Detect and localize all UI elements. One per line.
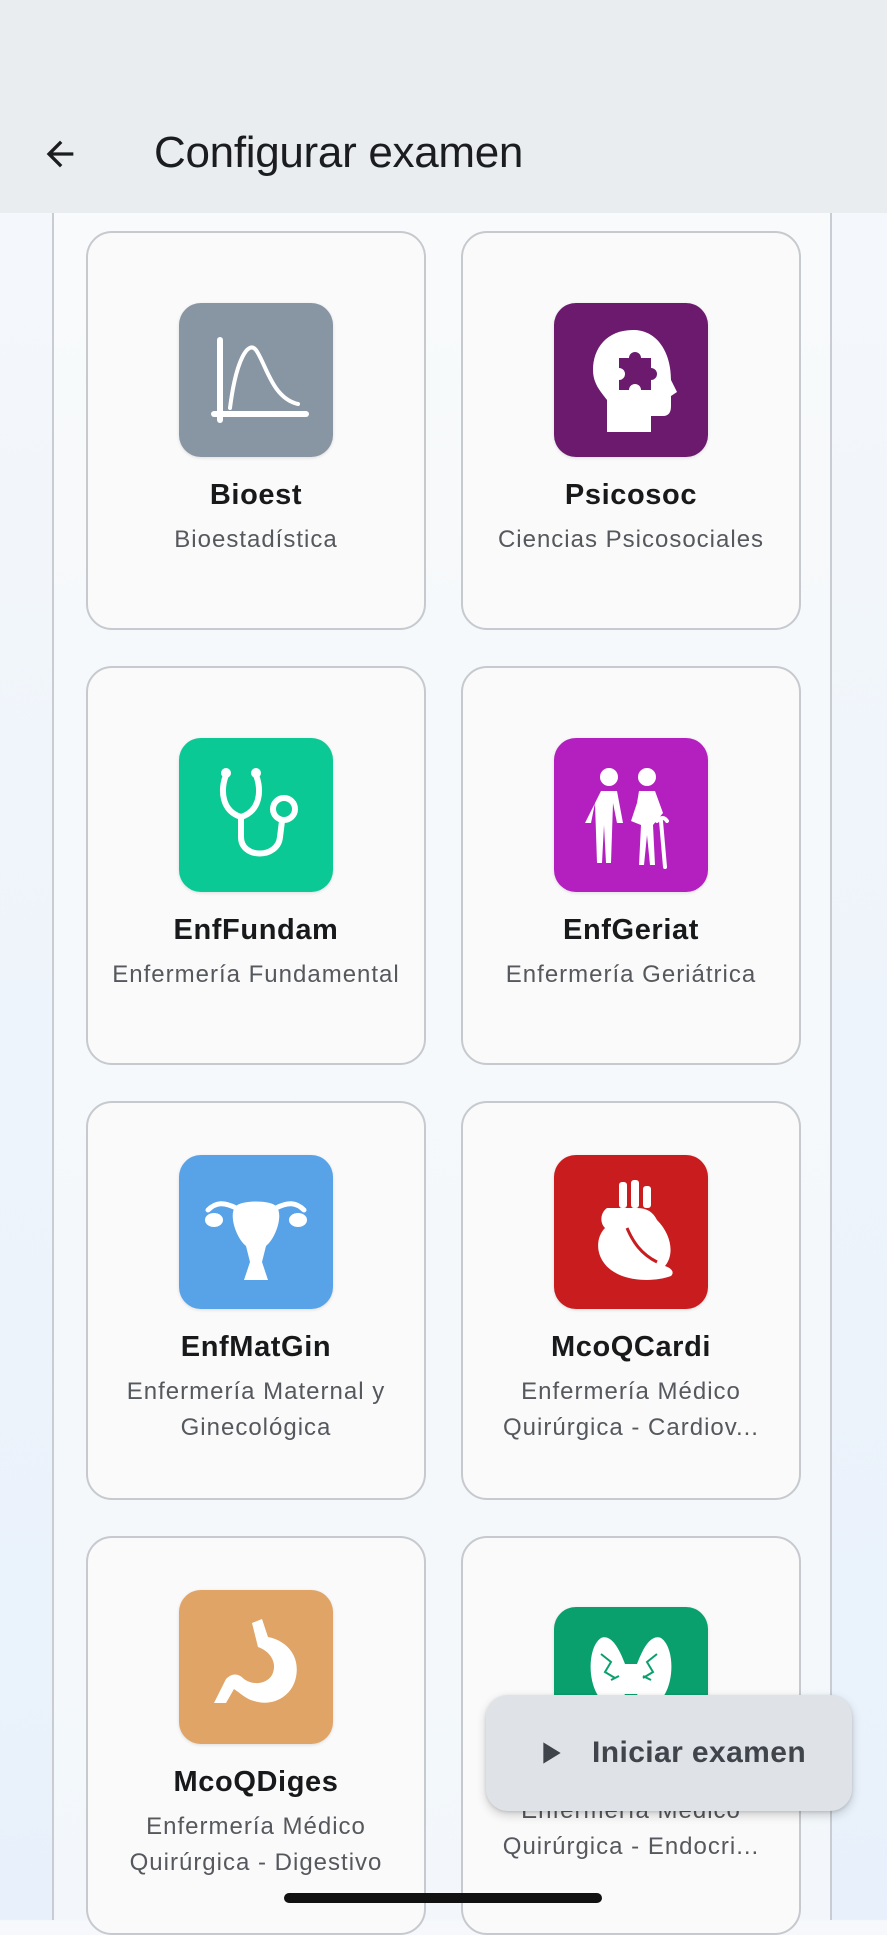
arrow-back-icon xyxy=(46,140,74,168)
subject-icon-tile xyxy=(179,303,333,457)
home-indicator xyxy=(284,1893,602,1903)
start-exam-button[interactable]: Iniciar examen xyxy=(486,1695,852,1811)
subject-icon-tile xyxy=(179,1590,333,1744)
subject-card-mcoqdiges[interactable]: McoQDiges Enfermería Médico Quirúrgica -… xyxy=(86,1536,426,1935)
subject-name: Ciencias Psicosociales xyxy=(497,526,765,553)
elderly-couple-icon xyxy=(585,768,669,869)
subject-icon-tile xyxy=(179,738,333,892)
subject-card-psicosoc[interactable]: Psicosoc Ciencias Psicosociales xyxy=(461,231,801,630)
subject-name: Enfermería Médico Quirúrgica - Cardiov..… xyxy=(503,1378,759,1441)
subject-code: Bioest xyxy=(209,479,303,511)
app-bar: Configurar examen xyxy=(0,0,887,213)
distribution-curve-icon xyxy=(211,337,309,423)
subject-name: Enfermería Geriátrica xyxy=(505,961,757,988)
back-button[interactable] xyxy=(32,126,88,182)
subject-code: EnfFundam xyxy=(173,914,339,946)
subject-code: Psicosoc xyxy=(564,479,698,511)
subject-name: Bioestadística xyxy=(174,526,338,553)
head-puzzle-icon xyxy=(593,330,677,432)
subject-icon-tile xyxy=(554,738,708,892)
stomach-icon xyxy=(214,1619,297,1703)
subject-card-mcoqcardi[interactable]: McoQCardi Enfermería Médico Quirúrgica -… xyxy=(461,1101,801,1500)
page-title: Configurar examen xyxy=(154,128,524,177)
uterus-icon xyxy=(205,1201,307,1280)
subject-card-bioest[interactable]: Bioest Bioestadística xyxy=(86,231,426,630)
subject-icon-tile xyxy=(554,303,708,457)
subject-card-enffundam[interactable]: EnfFundam Enfermería Fundamental xyxy=(86,666,426,1065)
start-exam-label: Iniciar examen xyxy=(592,1736,807,1769)
play-icon xyxy=(534,1735,570,1771)
subject-card-enfmatgin[interactable]: EnfMatGin Enfermería Maternal y Ginecoló… xyxy=(86,1101,426,1500)
subject-icon-tile xyxy=(554,1155,708,1309)
subject-name: Enfermería Médico Quirúrgica - Digestivo xyxy=(129,1813,383,1876)
subject-name: Enfermería Maternal y Ginecológica xyxy=(126,1378,386,1441)
subject-code: McoQCardi xyxy=(550,1331,712,1363)
subject-card-enfgeriat[interactable]: EnfGeriat Enfermería Geriátrica xyxy=(461,666,801,1065)
subject-code: EnfGeriat xyxy=(563,914,699,946)
subject-code: EnfMatGin xyxy=(180,1331,332,1363)
subject-name: Enfermería Fundamental xyxy=(112,961,400,988)
stethoscope-icon xyxy=(220,768,298,857)
subjects-grid: Bioest Bioestadística Psicosoc Ciencias … xyxy=(86,231,801,1935)
subject-icon-tile xyxy=(179,1155,333,1309)
subject-code: McoQDiges xyxy=(173,1766,339,1798)
heart-icon xyxy=(598,1180,673,1280)
